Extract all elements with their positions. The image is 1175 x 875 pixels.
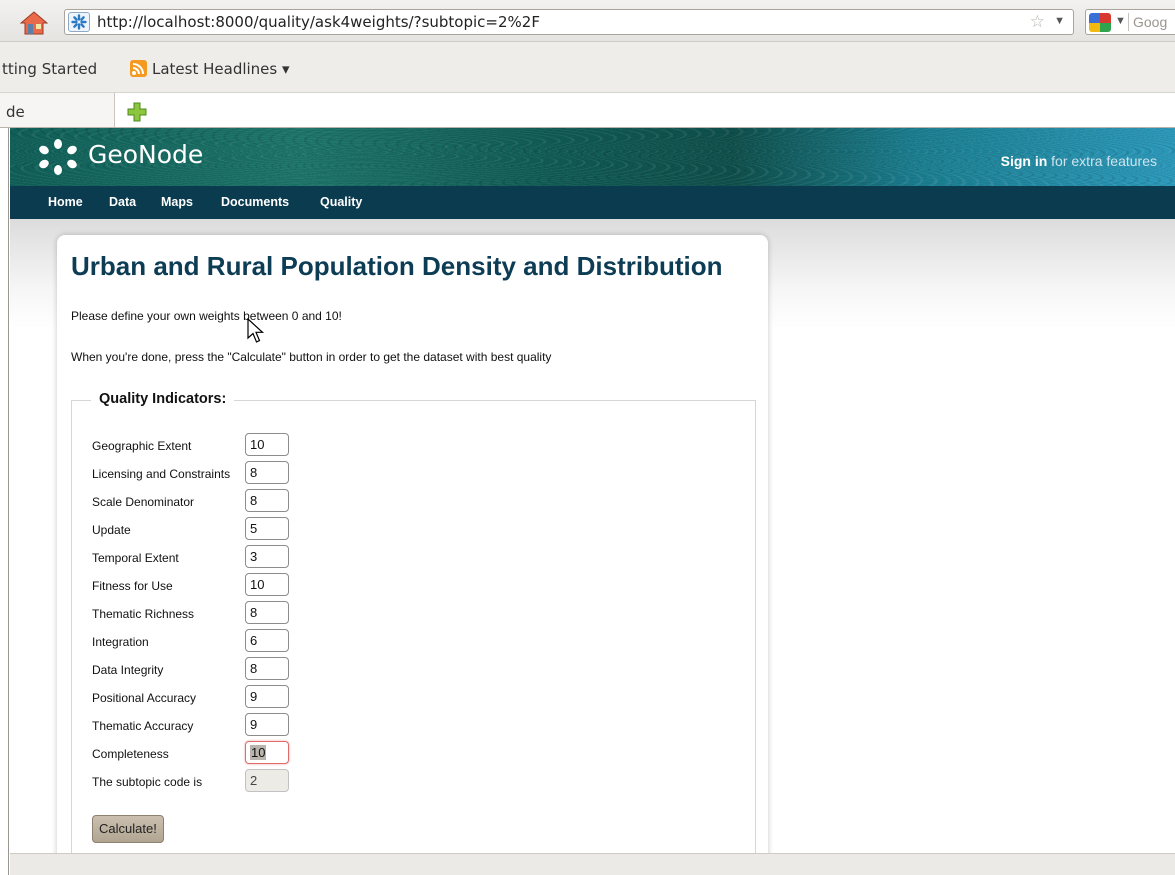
tab-strip-divider [0,92,1175,93]
subtopic-code-field: 2 [245,769,289,792]
site-header: GeoNode Sign in for extra features [10,128,1175,186]
nav-home[interactable]: Home [48,195,83,209]
home-icon[interactable] [19,10,49,36]
nav-data[interactable]: Data [109,195,136,209]
search-engine-dropdown-icon[interactable]: ▼ [1115,15,1126,27]
search-placeholder[interactable]: Goog [1133,14,1167,30]
site-favicon-icon [68,12,90,32]
search-bar[interactable]: ▼ Goog [1085,9,1175,35]
bookmark-latest-headlines[interactable]: Latest Headlines ▾ [152,60,290,78]
weight-input-positional-accuracy[interactable]: 9 [245,685,289,708]
indicator-label: Update [92,523,131,537]
weight-input-data-integrity[interactable]: 8 [245,657,289,680]
indicator-label: Temporal Extent [92,551,179,565]
intro-text-weights: Please define your own weights between 0… [71,309,342,323]
main-nav: Home Data Maps Documents Quality [10,186,1175,219]
url-dropdown-icon[interactable]: ▼ [1054,15,1065,27]
new-tab-plus-icon[interactable] [127,102,147,122]
content-card: Urban and Rural Population Density and D… [57,235,768,875]
sign-in-suffix: for extra features [1047,153,1157,169]
weight-input-fitness-for-use[interactable]: 10 [245,573,289,596]
weight-input-integration[interactable]: 6 [245,629,289,652]
indicator-label: Fitness for Use [92,579,173,593]
search-engine-icon[interactable] [1089,13,1111,32]
nav-maps[interactable]: Maps [161,195,193,209]
quality-indicators-fieldset: Quality Indicators: Geographic Extent 10… [71,391,756,875]
search-separator [1128,13,1129,31]
mouse-cursor-icon [247,317,265,344]
bookmarks-toolbar: tting Started Latest Headlines ▾ [0,42,1175,92]
tab-geonode[interactable]: de [0,93,115,127]
indicator-label: Thematic Accuracy [92,719,194,733]
page-title: Urban and Rural Population Density and D… [71,251,723,281]
indicator-label: Licensing and Constraints [92,467,231,481]
sign-in-link[interactable]: Sign in [1001,153,1048,169]
bookmark-getting-started[interactable]: tting Started [2,60,97,78]
indicator-label: Integration [92,635,149,649]
url-text[interactable]: http://localhost:8000/quality/ask4weight… [97,13,540,31]
site-brand[interactable]: GeoNode [88,140,203,169]
selected-value: 10 [250,745,267,760]
calculate-button[interactable]: Calculate! [92,815,164,843]
weight-input-thematic-accuracy[interactable]: 9 [245,713,289,736]
nav-documents[interactable]: Documents [221,195,289,209]
window-left-border [8,128,9,875]
sign-in-area: Sign in for extra features [1001,153,1157,169]
geonode-logo-icon[interactable] [38,139,78,175]
nav-quality[interactable]: Quality [320,195,362,209]
rss-icon [130,60,147,77]
intro-text-calculate: When you're done, press the "Calculate" … [71,350,552,364]
indicator-label: Completeness [92,747,169,761]
subtopic-label: The subtopic code is [92,775,203,789]
tab-label: de [6,103,25,121]
weight-input-thematic-richness[interactable]: 8 [245,601,289,624]
address-bar[interactable]: http://localhost:8000/quality/ask4weight… [64,9,1074,35]
indicator-label: Scale Denominator [92,495,195,509]
indicator-label: Thematic Richness [92,607,195,621]
weight-input-update[interactable]: 5 [245,517,289,540]
status-bar [10,853,1175,875]
browser-toolbar: http://localhost:8000/quality/ask4weight… [0,0,1175,42]
weight-input-scale-denominator[interactable]: 8 [245,489,289,512]
fieldset-legend: Quality Indicators: [91,391,235,407]
weight-input-temporal-extent[interactable]: 3 [245,545,289,568]
weight-input-licensing[interactable]: 8 [245,461,289,484]
bookmark-star-icon[interactable]: ☆ [1030,12,1045,32]
indicator-label: Positional Accuracy [92,691,197,705]
weight-input-geographic-extent[interactable]: 10 [245,433,289,456]
weight-input-completeness[interactable]: 10 [245,741,289,764]
indicator-label: Data Integrity [92,663,164,677]
indicator-label: Geographic Extent [92,439,192,453]
